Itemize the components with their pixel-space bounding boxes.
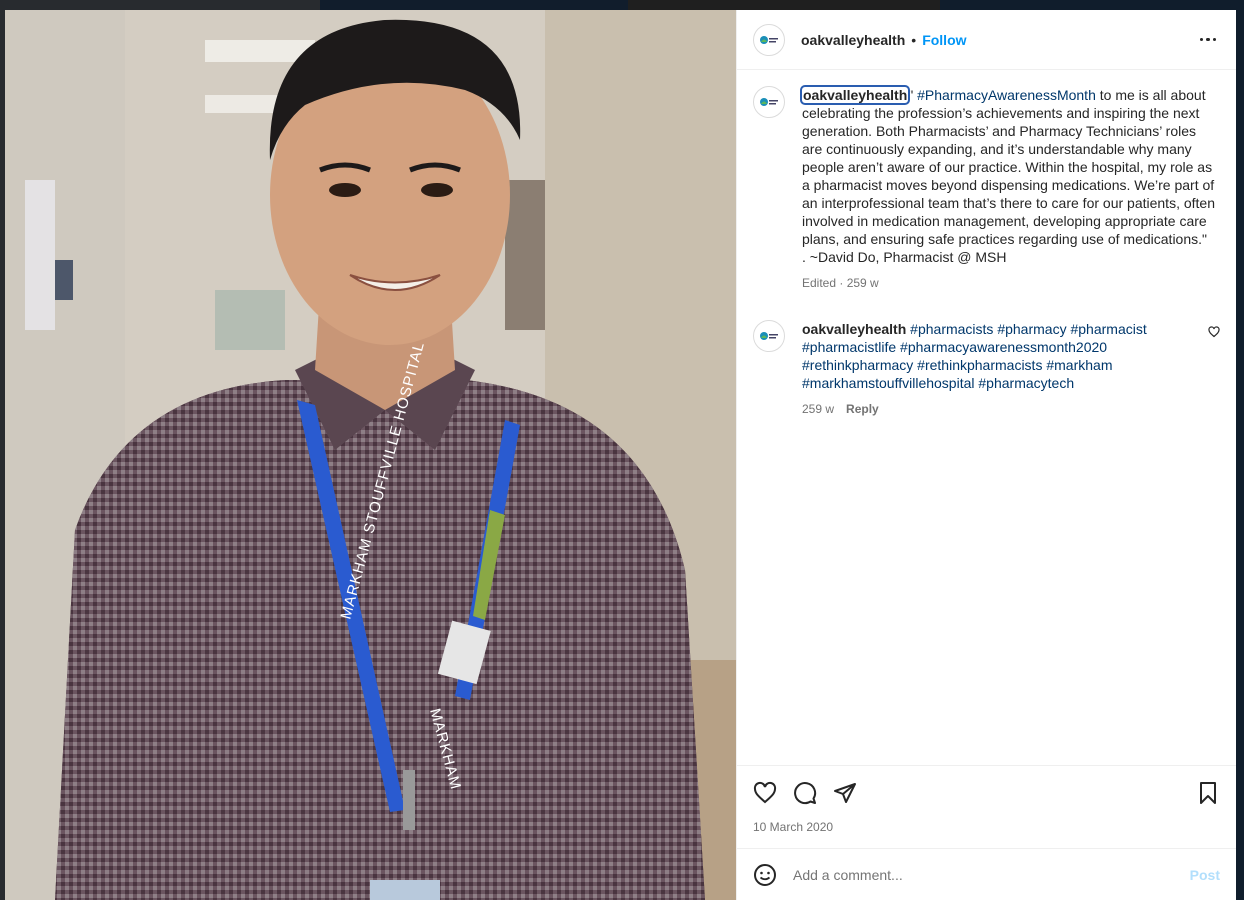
heart-icon[interactable]	[753, 781, 777, 805]
comment-meta: 259 w Reply	[802, 400, 1191, 418]
share-icon[interactable]	[833, 781, 857, 805]
post-header: oakvalleyhealth • Follow	[737, 10, 1236, 70]
oak-valley-logo-icon	[760, 98, 778, 106]
comment-item: oakvalleyhealth #pharmacists #pharmacy #…	[753, 320, 1220, 418]
comment-text: oakvalleyhealth #pharmacists #pharmacy #…	[802, 320, 1191, 392]
comment-avatar[interactable]	[753, 320, 785, 352]
oak-valley-logo-icon	[760, 35, 778, 44]
caption: oakvalleyhealth" #PharmacyAwarenessMonth…	[753, 85, 1220, 292]
comment-like-heart-icon[interactable]	[1208, 326, 1220, 338]
bookmark-icon[interactable]	[1196, 781, 1220, 805]
caption-username[interactable]: oakvalleyhealth	[799, 85, 911, 105]
comment-hashtag[interactable]: #rethinkpharmacists	[917, 357, 1042, 373]
reply-button[interactable]: Reply	[846, 400, 879, 418]
caption-hashtag[interactable]: #PharmacyAwarenessMonth	[917, 87, 1096, 103]
caption-text-start: "	[908, 87, 918, 103]
comment-hashtag[interactable]: #pharmacy	[997, 321, 1066, 337]
comment-hashtag[interactable]: #pharmacists	[910, 321, 993, 337]
comment-input[interactable]	[793, 866, 1190, 883]
emoji-icon[interactable]	[753, 863, 777, 887]
header-username[interactable]: oakvalleyhealth	[801, 32, 905, 48]
post-date[interactable]: 10 March 2020	[753, 816, 1220, 848]
comment-username[interactable]: oakvalleyhealth	[802, 321, 906, 337]
caption-text: oakvalleyhealth" #PharmacyAwarenessMonth…	[799, 85, 1220, 248]
comment-hashtag[interactable]: #markham	[1046, 357, 1112, 373]
more-options-icon[interactable]	[1196, 28, 1220, 52]
oak-valley-logo-icon	[760, 332, 778, 340]
caption-signature: . ~David Do, Pharmacist @ MSH	[802, 249, 1007, 265]
avatar[interactable]	[753, 23, 785, 56]
comment-hashtag[interactable]: #pharmacist	[1070, 321, 1146, 337]
caption-edited-time: Edited · 259 w	[802, 276, 879, 290]
post-modal: MARKHAM STOUFFVILLE HOSPITAL MARKHAM oak…	[5, 10, 1236, 900]
comment-hashtag[interactable]: #pharmacytech	[978, 375, 1074, 391]
post-actions: 10 March 2020	[737, 765, 1236, 848]
post-comment-button[interactable]: Post	[1190, 867, 1220, 883]
comment-icon[interactable]	[793, 781, 817, 805]
post-photo: MARKHAM STOUFFVILLE HOSPITAL MARKHAM	[5, 10, 736, 900]
side-panel: oakvalleyhealth • Follow oakvalleyhealth…	[736, 10, 1236, 900]
comment-hashtag[interactable]: #pharmacyawarenessmonth2020	[900, 339, 1107, 355]
comment-time: 259 w	[802, 402, 835, 416]
comment-hashtag[interactable]: #rethinkpharmacy	[802, 357, 913, 373]
photo-illustration: MARKHAM STOUFFVILLE HOSPITAL MARKHAM	[5, 10, 736, 900]
comments-list[interactable]: oakvalleyhealth" #PharmacyAwarenessMonth…	[737, 70, 1236, 765]
follow-button[interactable]: Follow	[922, 32, 966, 48]
comment-hashtag[interactable]: #markhamstouffvillehospital	[802, 375, 975, 391]
add-comment-bar: Post	[737, 848, 1236, 900]
comment-hashtag[interactable]: #pharmacistlife	[802, 339, 896, 355]
caption-avatar[interactable]	[753, 86, 785, 118]
header-separator: •	[911, 31, 917, 48]
caption-text-body: to me is all about celebrating the profe…	[802, 87, 1215, 247]
caption-meta: Edited · 259 w	[802, 274, 1220, 292]
